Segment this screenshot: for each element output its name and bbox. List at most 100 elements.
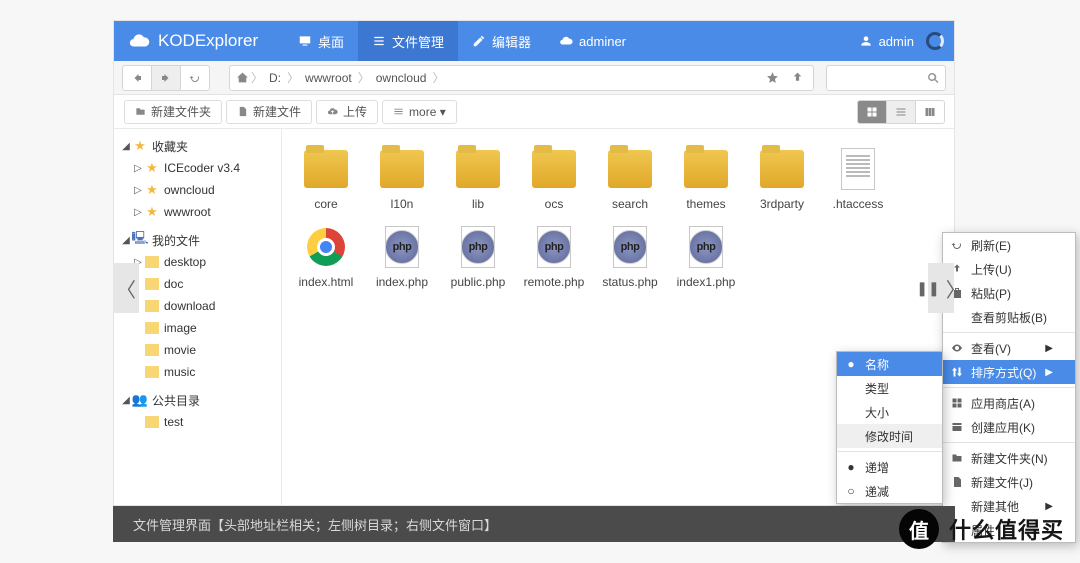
file-item[interactable]: phpremote.php [516, 221, 592, 299]
nav-desktop[interactable]: 桌面 [284, 21, 358, 61]
carousel-next[interactable]: ❚❚ 〉 [928, 263, 954, 313]
sort-type[interactable]: 类型 [837, 376, 942, 400]
nav-editor[interactable]: 编辑器 [458, 21, 545, 61]
new-file-button[interactable]: 新建文件 [226, 100, 312, 124]
view-list-button[interactable] [886, 100, 916, 124]
tree-image[interactable]: image [114, 317, 281, 339]
chevron-right-icon: ▶ [1045, 367, 1053, 378]
view-grid-button[interactable] [857, 100, 887, 124]
tree-movie[interactable]: movie [114, 339, 281, 361]
tree-music[interactable]: music [114, 361, 281, 383]
tree-desktop[interactable]: ▷desktop [114, 251, 281, 273]
text-file-icon [841, 148, 875, 190]
search-input[interactable] [826, 65, 946, 91]
computer-icon: 🖳 [132, 229, 148, 251]
tree-myfiles[interactable]: ◢🖳我的文件 [114, 229, 281, 251]
breadcrumb[interactable]: 〉 D: 〉 wwwroot 〉 owncloud 〉 [229, 65, 814, 91]
upload-path-button[interactable] [786, 67, 808, 89]
file-item[interactable]: phpstatus.php [592, 221, 668, 299]
new-folder-button[interactable]: 新建文件夹 [124, 100, 222, 124]
star-icon: ★ [144, 182, 160, 198]
chevron-right-icon: 〉 [946, 274, 966, 303]
nav-adminer[interactable]: adminer [545, 21, 640, 61]
ctx-view[interactable]: 查看(V)▶ [943, 336, 1075, 360]
ctx-clipboard[interactable]: 查看剪贴板(B) [943, 305, 1075, 329]
up-icon [791, 71, 804, 84]
star-icon: ★ [144, 204, 160, 220]
ctx-createapp[interactable]: 创建应用(K) [943, 415, 1075, 439]
file-item[interactable]: ocs [516, 143, 592, 221]
sort-name[interactable]: ●名称 [837, 352, 942, 376]
ctx-refresh[interactable]: 刷新(E) [943, 233, 1075, 257]
sort-desc[interactable]: ○递减 [837, 479, 942, 503]
crumb-drive[interactable]: D: [265, 71, 285, 85]
grid-icon [866, 106, 878, 118]
forward-button[interactable] [151, 65, 181, 91]
carousel-prev[interactable]: 〈 [113, 263, 139, 313]
body-area: ◢★收藏夹 ▷★ICEcoder v3.4 ▷★owncloud ▷★wwwro… [114, 129, 954, 507]
desktop-icon [298, 34, 312, 48]
file-item[interactable]: 3rdparty [744, 143, 820, 221]
users-icon: 👥 [132, 392, 148, 408]
php-file-icon: php [537, 226, 571, 268]
folder-icon [304, 150, 348, 188]
crumb-wwwroot[interactable]: wwwroot [301, 71, 356, 85]
ctx-store[interactable]: 应用商店(A) [943, 391, 1075, 415]
folder-icon [144, 256, 160, 268]
top-nav: 桌面 文件管理 编辑器 adminer [284, 21, 640, 61]
favorite-button[interactable] [761, 67, 783, 89]
tree-fav-icecoder[interactable]: ▷★ICEcoder v3.4 [114, 157, 281, 179]
list2-icon [895, 106, 907, 118]
sidebar-tree: ◢★收藏夹 ▷★ICEcoder v3.4 ▷★owncloud ▷★wwwro… [114, 129, 282, 507]
ctx-sort[interactable]: 排序方式(Q)▶ [943, 360, 1075, 384]
star-icon [766, 71, 779, 84]
file-item[interactable]: phpindex.php [364, 221, 440, 299]
folder-icon [144, 344, 160, 356]
brand[interactable]: KODExplorer [124, 30, 274, 52]
file-item[interactable]: index.html [288, 221, 364, 299]
sort-asc[interactable]: ●递增 [837, 455, 942, 479]
file-item[interactable]: l10n [364, 143, 440, 221]
file-item[interactable]: phpindex1.php [668, 221, 744, 299]
eye-icon [951, 342, 963, 354]
refresh-button[interactable] [180, 65, 210, 91]
folder-icon [684, 150, 728, 188]
upload-button[interactable]: 上传 [316, 100, 378, 124]
nav-buttons [122, 65, 209, 91]
tree-public[interactable]: ◢👥公共目录 [114, 389, 281, 411]
tree-download[interactable]: download [114, 295, 281, 317]
dot-icon: ● [845, 460, 857, 474]
back-button[interactable] [122, 65, 152, 91]
file-toolbar: 新建文件夹 新建文件 上传 more ▾ [114, 95, 954, 129]
file-grid: core l10n lib ocs search themes 3rdparty… [288, 143, 948, 299]
tree-fav-wwwroot[interactable]: ▷★wwwroot [114, 201, 281, 223]
file-item[interactable]: themes [668, 143, 744, 221]
file-item[interactable]: lib [440, 143, 516, 221]
dot-icon: ● [845, 357, 857, 371]
more-button[interactable]: more ▾ [382, 100, 457, 124]
view-split-button[interactable] [915, 100, 945, 124]
nav-files[interactable]: 文件管理 [358, 21, 458, 61]
file-item[interactable]: .htaccess [820, 143, 896, 221]
ctx-newfile[interactable]: 新建文件(J) [943, 470, 1075, 494]
file-item[interactable]: phppublic.php [440, 221, 516, 299]
cloud-icon [128, 30, 150, 52]
tree-favorites[interactable]: ◢★收藏夹 [114, 135, 281, 157]
crumb-owncloud[interactable]: owncloud [372, 71, 431, 85]
search-icon [927, 72, 939, 84]
tree-fav-owncloud[interactable]: ▷★owncloud [114, 179, 281, 201]
sort-size[interactable]: 大小 [837, 400, 942, 424]
refresh-icon [951, 239, 963, 251]
sort-mtime[interactable]: 修改时间 [837, 424, 942, 448]
grid-icon [951, 397, 963, 409]
star-icon: ★ [132, 138, 148, 154]
file-item[interactable]: search [592, 143, 668, 221]
tree-pub-test[interactable]: test [114, 411, 281, 433]
ctx-newfolder[interactable]: 新建文件夹(N) [943, 446, 1075, 470]
chrome-icon [307, 228, 345, 266]
user-menu[interactable]: admin [859, 32, 944, 50]
tree-doc[interactable]: doc [114, 273, 281, 295]
chevron-right-icon: ▶ [1045, 343, 1053, 354]
file-item[interactable]: core [288, 143, 364, 221]
file-pane[interactable]: core l10n lib ocs search themes 3rdparty… [282, 129, 954, 507]
